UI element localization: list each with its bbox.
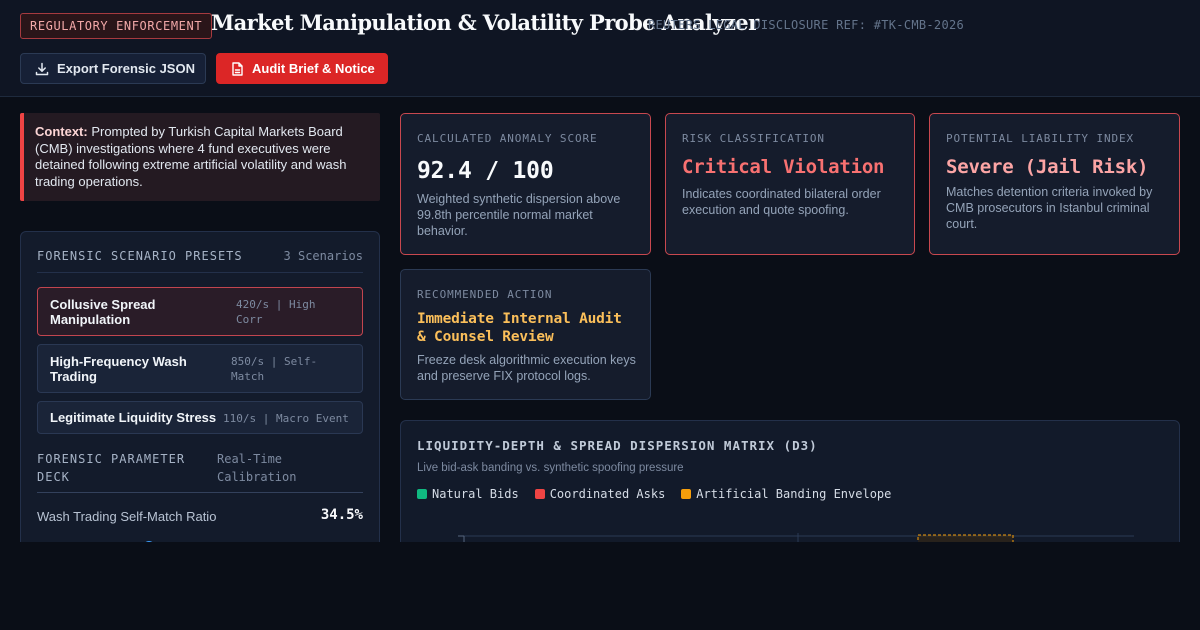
download-icon [35, 62, 49, 75]
legend-banding-envelope: Artificial Banding Envelope [681, 487, 891, 501]
recommended-action-label: RECOMMENDED ACTION [417, 288, 553, 301]
scenario-presets-panel: FORENSIC SCENARIO PRESETS 3 Scenarios Co… [20, 231, 380, 561]
legend-coordinated-asks: Coordinated Asks [534, 487, 666, 501]
parameter-deck-title: FORENSIC PARAMETER DECK [37, 452, 186, 484]
chart-legend: Natural Bids Coordinated Asks Artificial… [417, 487, 891, 501]
preset-meta: 850/s | Self-Match [231, 355, 318, 383]
legend-natural-bids: Natural Bids [417, 487, 519, 501]
enforcement-badge: REGULATORY ENFORCEMENT [20, 13, 213, 39]
context-lead: Context: [35, 124, 88, 139]
app-header: REGULATORY ENFORCEMENT Market Manipulati… [0, 0, 1200, 97]
parameter-deck-subtitle: Real-Time Calibration [217, 452, 297, 484]
audit-brief-label: Audit Brief & Notice [252, 61, 375, 76]
recommended-action-card: RECOMMENDED ACTION Immediate Internal Au… [400, 269, 651, 400]
risk-classification-card: RISK CLASSIFICATION Critical Violation I… [665, 113, 915, 255]
preset-collusive-spread[interactable]: Collusive Spread Manipulation 420/s | Hi… [37, 287, 363, 336]
legend-swatch-amber [681, 489, 692, 499]
legend-label: Coordinated Asks [549, 487, 666, 501]
presets-count: 3 Scenarios [283, 249, 363, 263]
liability-index-label: POTENTIAL LIABILITY INDEX [946, 132, 1135, 145]
preset-liquidity-stress[interactable]: Legitimate Liquidity Stress 110/s | Macr… [37, 401, 363, 434]
risk-classification-description: Indicates coordinated bilateral order ex… [682, 187, 881, 217]
chart-title: LIQUIDITY-DEPTH & SPREAD DISPERSION MATR… [417, 438, 818, 453]
preset-name: Legitimate Liquidity Stress [50, 410, 217, 425]
liability-index-description: Matches detention criteria invoked by CM… [946, 185, 1153, 231]
export-json-button[interactable]: Export Forensic JSON [20, 53, 206, 84]
recommended-action-description: Freeze desk algorithmic execution keys a… [417, 353, 636, 383]
legend-swatch-red [534, 489, 545, 499]
legend-swatch-green [417, 489, 427, 499]
self-match-ratio-label: Wash Trading Self-Match Ratio [37, 509, 217, 524]
preset-meta: 110/s | Macro Event [223, 412, 349, 425]
anomaly-score-value: 92.4 / 100 [417, 158, 554, 184]
risk-classification-label: RISK CLASSIFICATION [682, 132, 825, 145]
chart-subtitle: Live bid-ask banding vs. synthetic spoof… [417, 462, 684, 474]
presets-heading: FORENSIC SCENARIO PRESETS [37, 249, 243, 263]
export-json-label: Export Forensic JSON [57, 61, 195, 76]
preset-name: Collusive Spread Manipulation [50, 297, 156, 327]
presets-divider [37, 272, 363, 273]
audit-brief-button[interactable]: Audit Brief & Notice [216, 53, 388, 84]
viewport-bottom [0, 542, 1200, 630]
context-callout: Context: Prompted by Turkish Capital Mar… [20, 113, 380, 201]
preset-meta: 420/s | High Corr [236, 298, 316, 326]
legend-label: Natural Bids [432, 487, 519, 501]
preset-name: High-Frequency Wash Trading [50, 354, 187, 384]
risk-classification-value: Critical Violation [682, 156, 885, 178]
anomaly-score-card: CALCULATED ANOMALY SCORE 92.4 / 100 Weig… [400, 113, 651, 255]
liability-index-value: Severe (Jail Risk) [946, 156, 1149, 178]
document-icon [232, 61, 243, 76]
recommended-action-value: Immediate Internal Audit & Counsel Revie… [417, 311, 622, 345]
preset-wash-trading[interactable]: High-Frequency Wash Trading 850/s | Self… [37, 344, 363, 393]
liability-index-card: POTENTIAL LIABILITY INDEX Severe (Jail R… [929, 113, 1180, 255]
self-match-ratio-value: 34.5% [320, 507, 363, 523]
anomaly-score-label: CALCULATED ANOMALY SCORE [417, 132, 598, 145]
disclosure-reference: REUTERS LEGAL DISCLOSURE REF: #TK-CMB-20… [648, 18, 965, 32]
legend-label: Artificial Banding Envelope [696, 487, 892, 501]
anomaly-score-description: Weighted synthetic dispersion above 99.8… [417, 192, 621, 238]
deck-divider [37, 492, 363, 493]
